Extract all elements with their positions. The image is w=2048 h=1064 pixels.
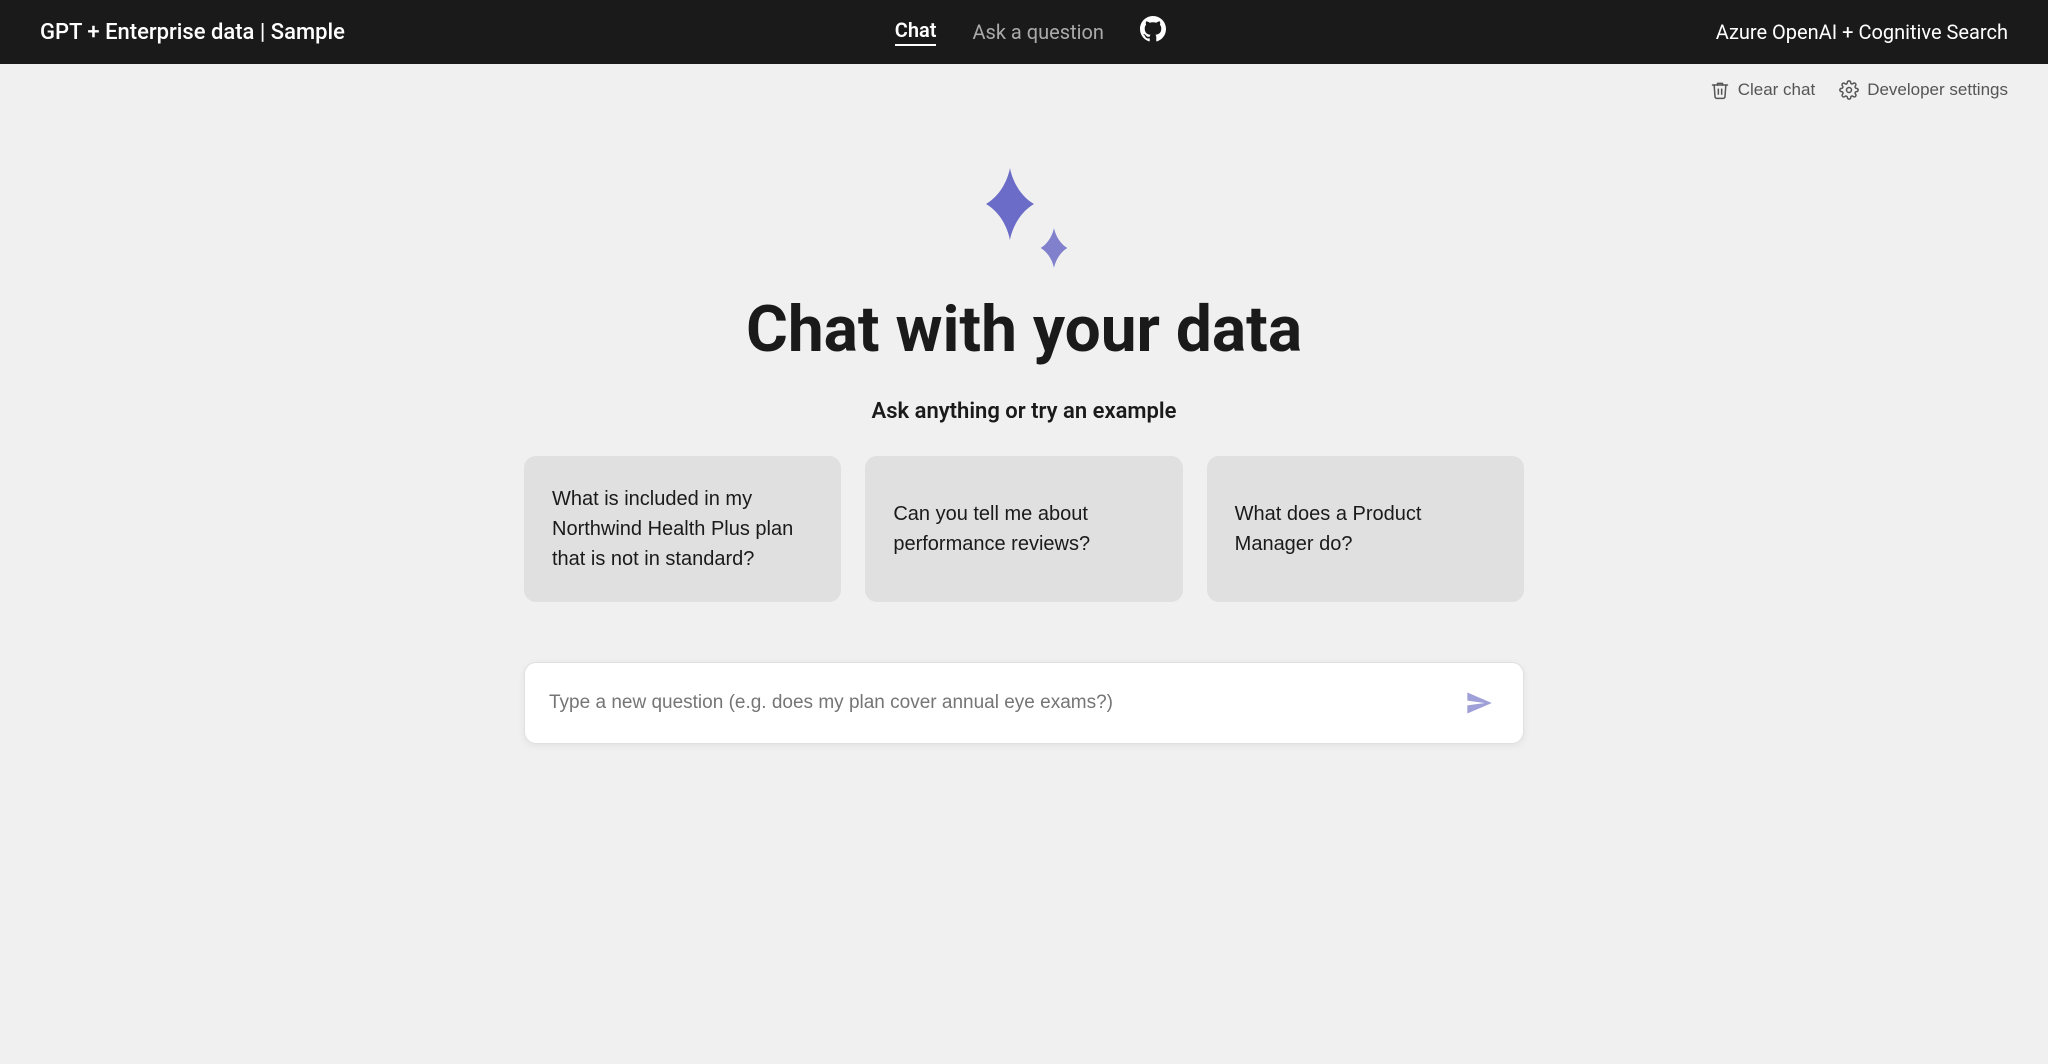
page-subheading: Ask anything or try an example <box>872 399 1177 424</box>
sparkle-decoration <box>974 168 1074 268</box>
clear-chat-button[interactable]: Clear chat <box>1710 80 1815 100</box>
app-title: GPT + Enterprise data | Sample <box>40 20 345 45</box>
example-cards-container: What is included in my Northwind Health … <box>524 456 1524 602</box>
developer-settings-button[interactable]: Developer settings <box>1839 80 2008 100</box>
main-nav: Chat Ask a question <box>895 16 1166 48</box>
header-left: GPT + Enterprise data | Sample <box>40 20 345 45</box>
trash-icon <box>1710 80 1730 100</box>
chat-input[interactable] <box>549 692 1459 714</box>
nav-chat[interactable]: Chat <box>895 18 937 46</box>
azure-label: Azure OpenAI + Cognitive Search <box>1716 20 2008 44</box>
toolbar: Clear chat Developer settings <box>0 64 2048 108</box>
example-card-2[interactable]: Can you tell me about performance review… <box>865 456 1182 602</box>
github-icon[interactable] <box>1140 16 1166 48</box>
main-content: Chat with your data Ask anything or try … <box>0 108 2048 784</box>
example-card-1[interactable]: What is included in my Northwind Health … <box>524 456 841 602</box>
nav-ask[interactable]: Ask a question <box>972 20 1103 44</box>
send-button[interactable] <box>1459 683 1499 723</box>
gear-icon <box>1839 80 1859 100</box>
chat-input-container <box>524 662 1524 744</box>
send-icon <box>1465 689 1493 717</box>
page-heading: Chat with your data <box>746 292 1302 367</box>
app-header: GPT + Enterprise data | Sample Chat Ask … <box>0 0 2048 64</box>
example-card-3[interactable]: What does a Product Manager do? <box>1207 456 1524 602</box>
sparkle-small-icon <box>1034 228 1074 268</box>
